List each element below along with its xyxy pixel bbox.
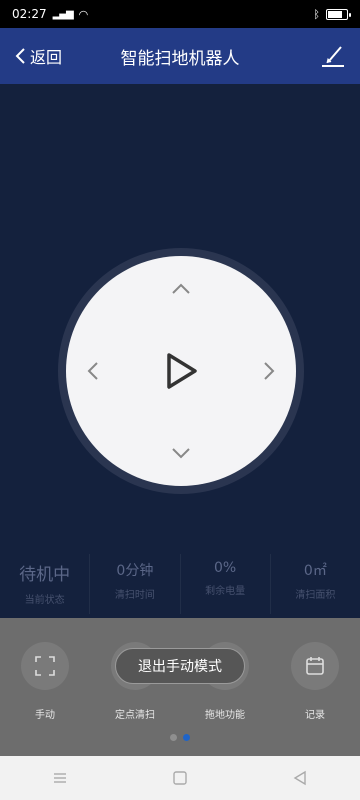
- function-manual[interactable]: 手动: [5, 642, 85, 721]
- stat-status: 待机中 当前状态: [0, 554, 91, 614]
- function-label: 定点清扫: [115, 710, 155, 721]
- system-nav-bar: [0, 756, 360, 800]
- menu-nav-button[interactable]: [40, 756, 80, 800]
- signal-icon: ▂▄▆: [52, 8, 74, 20]
- play-icon: [167, 353, 197, 389]
- home-square-icon: [173, 771, 187, 785]
- start-button[interactable]: [161, 351, 201, 391]
- menu-icon: [54, 773, 66, 783]
- back-triangle-icon: [293, 770, 306, 786]
- arrow-left-button[interactable]: [78, 356, 108, 386]
- stat-value: 待机中: [19, 565, 71, 585]
- stat-label: 当前状态: [24, 595, 65, 606]
- chevron-right-icon: [264, 362, 275, 380]
- page-dot[interactable]: [183, 734, 190, 741]
- stat-clean-time: 0分钟 清扫时间: [90, 554, 181, 614]
- function-label: 手动: [35, 710, 55, 721]
- status-bar: 02:27 ▂▄▆ ◠ ᛒ: [0, 0, 360, 28]
- stat-area: 0㎡ 清扫面积: [271, 554, 360, 614]
- page-indicator: [0, 734, 360, 741]
- stat-label: 清扫面积: [295, 590, 336, 601]
- pencil-icon: [322, 46, 344, 67]
- stat-value: 0㎡: [303, 563, 327, 579]
- chevron-left-icon: [15, 48, 25, 64]
- function-panel: 手动 定点清扫 拖地功能 记录: [0, 618, 360, 756]
- direction-pad: [58, 248, 304, 494]
- page-dot[interactable]: [170, 734, 177, 741]
- stat-label: 清扫时间: [114, 590, 155, 601]
- back-nav-button[interactable]: [280, 756, 320, 800]
- battery-icon: [326, 8, 351, 20]
- exit-manual-mode-toast[interactable]: 退出手动模式: [115, 648, 245, 684]
- stat-label: 剩余电量: [205, 586, 246, 597]
- app-header: 返回 智能扫地机器人: [0, 28, 360, 84]
- arrow-down-button[interactable]: [166, 438, 196, 468]
- main-area: 待机中 当前状态 0分钟 清扫时间 0% 剩余电量 0㎡ 清扫面积: [0, 84, 360, 618]
- back-button[interactable]: 返回: [14, 28, 62, 84]
- chevron-down-icon: [172, 448, 190, 459]
- edit-button[interactable]: [320, 44, 346, 68]
- stats-row: 待机中 当前状态 0分钟 清扫时间 0% 剩余电量 0㎡ 清扫面积: [0, 554, 360, 614]
- stat-value: 0分钟: [116, 563, 154, 579]
- chevron-up-icon: [172, 283, 190, 294]
- function-records[interactable]: 记录: [275, 642, 355, 721]
- wifi-icon: ◠: [78, 7, 89, 21]
- time-text: 02:27: [12, 7, 47, 21]
- arrow-right-button[interactable]: [254, 356, 284, 386]
- stat-battery: 0% 剩余电量: [181, 554, 271, 614]
- stat-value: 0%: [214, 560, 237, 576]
- manual-frame-icon: [35, 656, 55, 676]
- chevron-left-icon: [87, 362, 98, 380]
- function-label: 拖地功能: [205, 710, 245, 721]
- function-label: 记录: [305, 710, 325, 721]
- back-label: 返回: [30, 48, 63, 67]
- home-nav-button[interactable]: [160, 756, 200, 800]
- arrow-up-button[interactable]: [166, 274, 196, 304]
- bluetooth-icon: ᛒ: [313, 7, 320, 21]
- calendar-icon: [306, 657, 324, 675]
